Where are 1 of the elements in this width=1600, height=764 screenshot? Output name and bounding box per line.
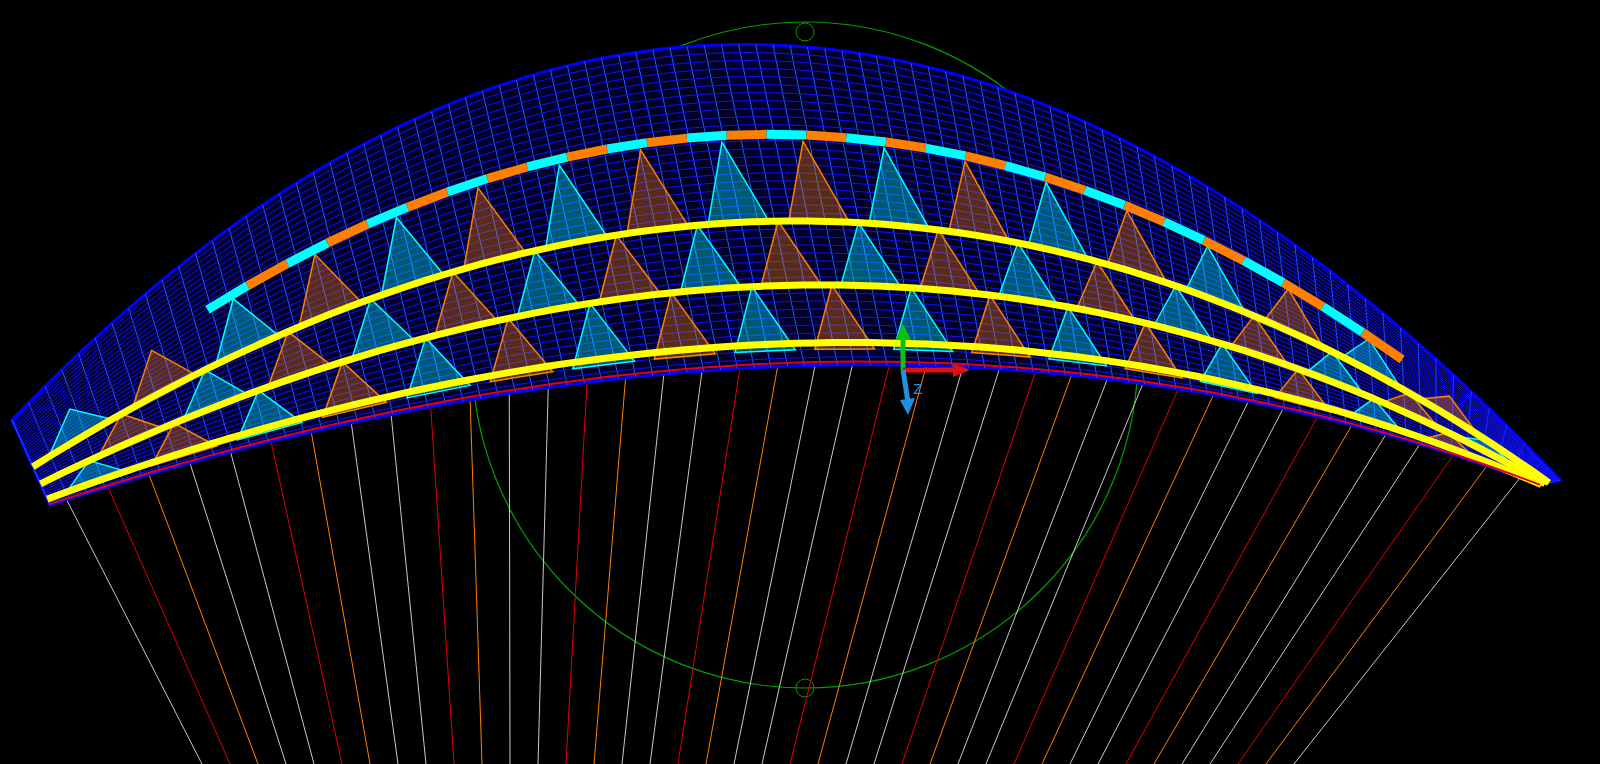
axis-gizmo-icon[interactable] <box>895 324 970 415</box>
